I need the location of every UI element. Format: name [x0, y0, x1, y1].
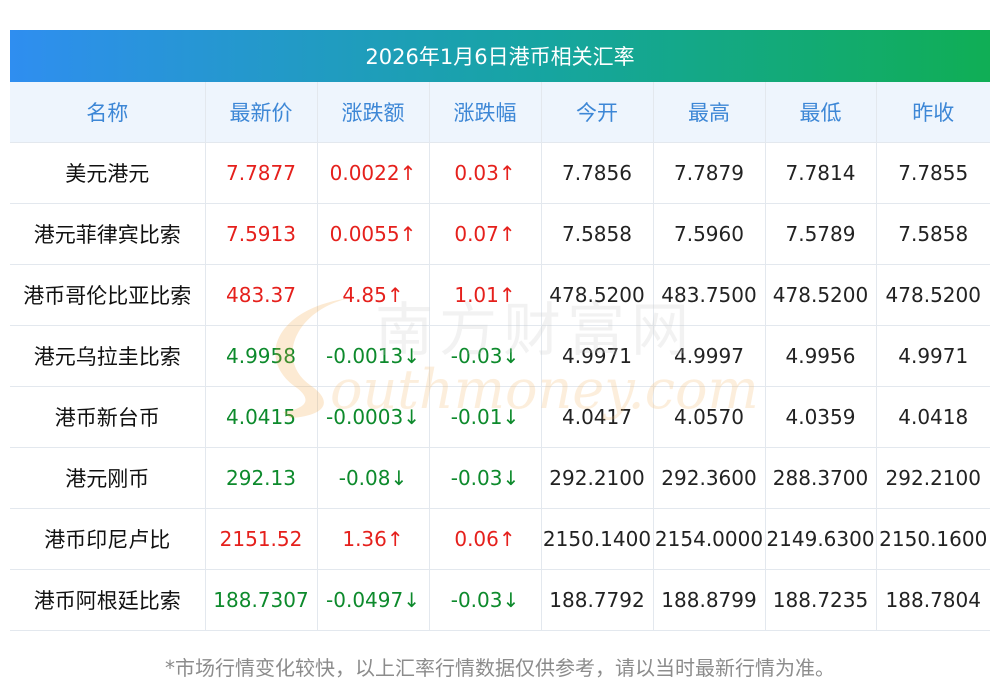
cell-latest: 7.5913: [205, 203, 318, 265]
table-header-row: 名称 最新价 涨跌额 涨跌幅 今开 最高 最低 昨收: [10, 82, 990, 143]
column-header-change-pct: 涨跌幅: [429, 82, 542, 143]
cell-low: 288.3700: [765, 447, 877, 509]
column-header-open: 今开: [541, 82, 654, 143]
cell-open: 4.9971: [541, 325, 654, 387]
cell-prev-close: 478.5200: [876, 264, 990, 326]
cell-high: 4.9997: [653, 325, 766, 387]
table-row: 港币哥伦比亚比索 483.37 4.85↑ 1.01↑ 478.5200 483.7500…: [10, 264, 990, 326]
cell-latest: 4.0415: [205, 386, 318, 448]
cell-low: 188.7235: [765, 569, 877, 631]
cell-open: 188.7792: [541, 569, 654, 631]
cell-name: 港元刚币: [10, 447, 206, 509]
cell-low: 7.7814: [765, 142, 877, 204]
table-row: 港币阿根廷比索 188.7307 -0.0497↓ -0.03↓ 188.7792 188…: [10, 569, 990, 631]
cell-change-pct: 1.01↑: [429, 264, 542, 326]
cell-high: 292.3600: [653, 447, 766, 509]
cell-latest: 292.13: [205, 447, 318, 509]
cell-change-pct: -0.03↓: [429, 447, 542, 509]
cell-change: 1.36↑: [317, 508, 430, 570]
cell-low: 4.9956: [765, 325, 877, 387]
table-row: 港币新台币 4.0415 -0.0003↓ -0.01↓ 4.0417 4.0570 4.0…: [10, 386, 990, 448]
cell-change: 0.0055↑: [317, 203, 430, 265]
cell-change: -0.0003↓: [317, 386, 430, 448]
cell-latest: 188.7307: [205, 569, 318, 631]
cell-change: -0.0497↓: [317, 569, 430, 631]
cell-prev-close: 292.2100: [876, 447, 990, 509]
cell-high: 4.0570: [653, 386, 766, 448]
cell-latest: 2151.52: [205, 508, 318, 570]
cell-name: 港元乌拉圭比索: [10, 325, 206, 387]
cell-name: 港元菲律宾比索: [10, 203, 206, 265]
cell-open: 478.5200: [541, 264, 654, 326]
table-row: 港元菲律宾比索 7.5913 0.0055↑ 0.07↑ 7.5858 7.5960 7.5…: [10, 203, 990, 265]
column-header-change: 涨跌额: [317, 82, 430, 143]
cell-change-pct: 0.06↑: [429, 508, 542, 570]
cell-low: 478.5200: [765, 264, 877, 326]
column-header-name: 名称: [10, 82, 206, 143]
cell-low: 7.5789: [765, 203, 877, 265]
cell-high: 483.7500: [653, 264, 766, 326]
cell-change-pct: -0.01↓: [429, 386, 542, 448]
cell-low: 2149.6300: [765, 508, 877, 570]
table-row: 港元刚币 292.13 -0.08↓ -0.03↓ 292.2100 292.3600 28…: [10, 447, 990, 509]
cell-open: 2150.1400: [541, 508, 654, 570]
table-row: 美元港元 7.7877 0.0022↑ 0.03↑ 7.7856 7.7879 7.7814…: [10, 142, 990, 204]
table-row: 港币印尼卢比 2151.52 1.36↑ 0.06↑ 2150.1400 2154.000…: [10, 508, 990, 570]
page-title-banner: 2026年1月6日港币相关汇率: [10, 30, 990, 82]
cell-change-pct: -0.03↓: [429, 569, 542, 631]
cell-change: -0.08↓: [317, 447, 430, 509]
cell-name: 港币哥伦比亚比索: [10, 264, 206, 326]
column-header-high: 最高: [653, 82, 766, 143]
cell-open: 7.5858: [541, 203, 654, 265]
exchange-rate-table: 名称 最新价 涨跌额 涨跌幅 今开 最高 最低 昨收 美元港元 7.7877 0.0…: [10, 82, 990, 631]
cell-change: 4.85↑: [317, 264, 430, 326]
cell-change-pct: -0.03↓: [429, 325, 542, 387]
cell-high: 2154.0000: [653, 508, 766, 570]
cell-high: 188.8799: [653, 569, 766, 631]
cell-open: 292.2100: [541, 447, 654, 509]
cell-latest: 483.37: [205, 264, 318, 326]
cell-open: 7.7856: [541, 142, 654, 204]
cell-prev-close: 7.7855: [876, 142, 990, 204]
cell-name: 港币阿根廷比索: [10, 569, 206, 631]
cell-change: -0.0013↓: [317, 325, 430, 387]
page-title: 2026年1月6日港币相关汇率: [365, 45, 635, 69]
disclaimer-note: *市场行情变化较快，以上汇率行情数据仅供参考，请以当时最新行情为准。: [165, 656, 835, 680]
column-header-low: 最低: [765, 82, 877, 143]
cell-latest: 4.9958: [205, 325, 318, 387]
cell-name: 港币印尼卢比: [10, 508, 206, 570]
cell-prev-close: 2150.1600: [876, 508, 990, 570]
cell-prev-close: 4.0418: [876, 386, 990, 448]
cell-prev-close: 7.5858: [876, 203, 990, 265]
cell-prev-close: 188.7804: [876, 569, 990, 631]
cell-prev-close: 4.9971: [876, 325, 990, 387]
column-header-prev-close: 昨收: [876, 82, 990, 143]
cell-high: 7.7879: [653, 142, 766, 204]
cell-latest: 7.7877: [205, 142, 318, 204]
cell-change-pct: 0.03↑: [429, 142, 542, 204]
cell-high: 7.5960: [653, 203, 766, 265]
cell-low: 4.0359: [765, 386, 877, 448]
cell-change: 0.0022↑: [317, 142, 430, 204]
cell-name: 港币新台币: [10, 386, 206, 448]
cell-open: 4.0417: [541, 386, 654, 448]
cell-name: 美元港元: [10, 142, 206, 204]
table-body: 美元港元 7.7877 0.0022↑ 0.03↑ 7.7856 7.7879 7.7814…: [10, 142, 990, 631]
cell-change-pct: 0.07↑: [429, 203, 542, 265]
column-header-latest: 最新价: [205, 82, 318, 143]
table-row: 港元乌拉圭比索 4.9958 -0.0013↓ -0.03↓ 4.9971 4.9997 4…: [10, 325, 990, 387]
